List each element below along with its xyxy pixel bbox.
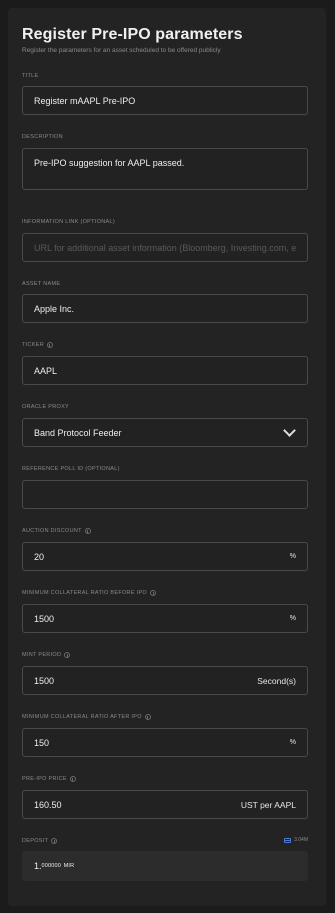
deposit-amount-display: 1. 000000 MIR: [22, 851, 308, 881]
info-circle-icon[interactable]: [150, 590, 156, 596]
min-collateral-before-unit: %: [289, 615, 296, 622]
description-textarea[interactable]: Pre-IPO suggestion for AAPL passed.: [22, 148, 308, 190]
min-collateral-before-label: MINIMUM COLLATERAL RATIO BEFORE IPO: [22, 589, 310, 597]
asset-name-label: ASSET NAME: [22, 281, 61, 287]
description-field-group: DESCRIPTION Pre-IPO suggestion for AAPL …: [22, 133, 310, 190]
oracle-proxy-label: ORACLE PROXY: [22, 404, 70, 410]
title-label: TITLE: [22, 73, 39, 79]
info-circle-icon[interactable]: [84, 528, 91, 534]
deposit-label: DEPOSIT: [22, 837, 310, 845]
info-link-input[interactable]: URL for additional asset information (Bl…: [22, 233, 308, 262]
page-subtitle: Register the parameters for an asset sch…: [22, 47, 221, 54]
description-label: DESCRIPTION: [22, 134, 63, 140]
oracle-proxy-select[interactable]: Band Protocol Feeder: [22, 418, 308, 447]
title-value: Register mAAPL Pre-IPO: [34, 95, 136, 106]
pre-ipo-price-unit: UST per AAPL: [240, 799, 296, 810]
auction-discount-value: 20: [34, 551, 45, 562]
deposit-balance[interactable]: 3.04M: [284, 837, 308, 843]
asset-name-field-group: ASSET NAME Apple Inc.: [22, 280, 310, 323]
info-circle-icon[interactable]: [64, 652, 71, 658]
min-collateral-after-field-group: MINIMUM COLLATERAL RATIO AFTER IPO 150 %: [22, 713, 310, 757]
min-collateral-before-field-group: MINIMUM COLLATERAL RATIO BEFORE IPO 1500…: [22, 589, 310, 633]
min-collateral-before-value: 1500: [34, 613, 55, 624]
deposit-balance-value: 3.04M: [294, 837, 308, 843]
description-value: Pre-IPO suggestion for AAPL passed.: [34, 158, 185, 168]
title-field-group: TITLE Register mAAPL Pre-IPO: [22, 72, 310, 115]
page-title: Register Pre-IPO parameters: [22, 26, 243, 43]
info-link-placeholder: URL for additional asset information (Bl…: [34, 242, 296, 253]
wallet-icon: [284, 837, 292, 843]
min-collateral-after-input[interactable]: 150 %: [22, 728, 308, 757]
ticker-label: TICKER: [22, 341, 310, 349]
reference-poll-field-group: REFERENCE POLL ID (OPTIONAL): [22, 465, 310, 509]
ticker-value: AAPL: [34, 365, 58, 376]
deposit-amount-int: 1.: [34, 861, 42, 871]
info-circle-icon[interactable]: [46, 342, 53, 348]
mint-period-field-group: MINT PERIOD 1500 Second(s): [22, 651, 310, 695]
min-collateral-after-value: 150: [34, 737, 50, 748]
title-input[interactable]: Register mAAPL Pre-IPO: [22, 86, 308, 115]
mint-period-unit: Second(s): [257, 675, 296, 686]
info-circle-icon[interactable]: [144, 714, 151, 720]
ticker-field-group: TICKER AAPL: [22, 341, 310, 385]
auction-discount-unit: %: [289, 553, 296, 560]
pre-ipo-price-value: 160.50: [34, 799, 62, 810]
form-card: Register Pre-IPO parameters Register the…: [8, 8, 326, 906]
form-header: Register Pre-IPO parameters Register the…: [22, 26, 312, 54]
deposit-amount-unit: MIR: [63, 863, 75, 869]
mint-period-label: MINT PERIOD: [22, 651, 310, 659]
oracle-proxy-field-group: ORACLE PROXY Band Protocol Feeder: [22, 403, 310, 447]
pre-ipo-price-label: PRE-IPO PRICE: [22, 775, 310, 783]
ticker-input[interactable]: AAPL: [22, 356, 308, 385]
pre-ipo-price-input[interactable]: 160.50 UST per AAPL: [22, 790, 308, 819]
min-collateral-after-label: MINIMUM COLLATERAL RATIO AFTER IPO: [22, 713, 310, 721]
info-link-field-group: INFORMATION LINK (OPTIONAL) URL for addi…: [22, 218, 310, 262]
deposit-amount-decimals: 000000: [41, 863, 62, 869]
min-collateral-after-unit: %: [289, 739, 296, 746]
asset-name-input[interactable]: Apple Inc.: [22, 294, 308, 323]
auction-discount-field-group: AUCTION DISCOUNT 20 %: [22, 527, 310, 571]
asset-name-value: Apple Inc.: [34, 303, 75, 314]
deposit-field-group: DEPOSIT 3.04M 1. 000000 MIR: [22, 837, 310, 881]
pre-ipo-price-field-group: PRE-IPO PRICE 160.50 UST per AAPL: [22, 775, 310, 819]
auction-discount-input[interactable]: 20 %: [22, 542, 308, 571]
reference-poll-label: REFERENCE POLL ID (OPTIONAL): [22, 466, 120, 472]
chevron-down-icon[interactable]: [283, 424, 296, 437]
auction-discount-label: AUCTION DISCOUNT: [22, 527, 310, 535]
info-circle-icon[interactable]: [51, 838, 58, 844]
info-link-label: INFORMATION LINK (OPTIONAL): [22, 219, 115, 225]
info-circle-icon[interactable]: [69, 776, 76, 782]
mint-period-value: 1500: [34, 675, 55, 686]
min-collateral-before-input[interactable]: 1500 %: [22, 604, 308, 633]
mint-period-input[interactable]: 1500 Second(s): [22, 666, 308, 695]
oracle-proxy-value: Band Protocol Feeder: [34, 427, 122, 438]
reference-poll-input[interactable]: [22, 480, 308, 509]
